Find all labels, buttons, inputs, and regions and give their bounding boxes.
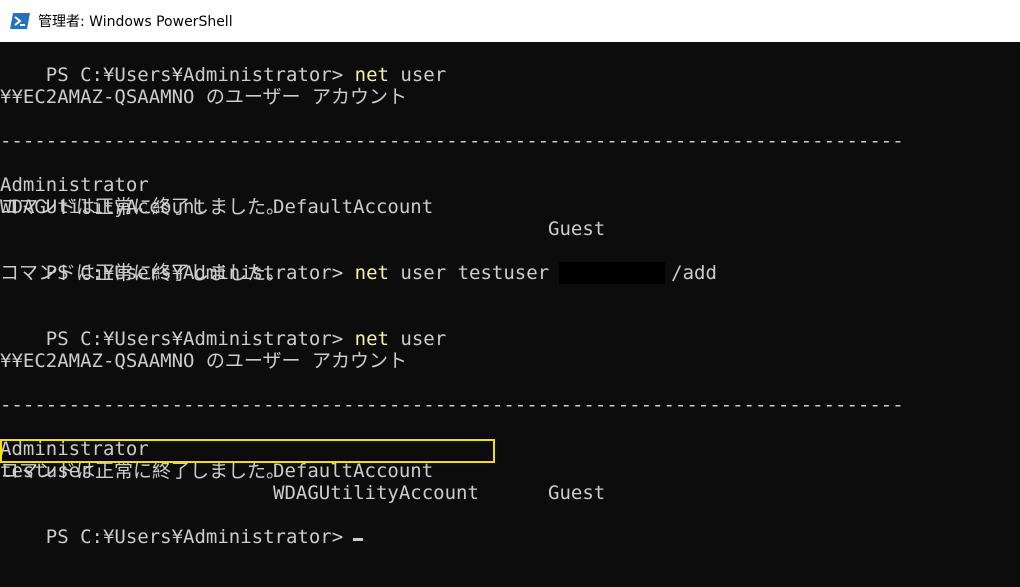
success-message-3: コマンドは正常に終了しました。 [0,460,286,482]
command-flag: /add [671,262,717,284]
account-name: Guest [548,482,606,504]
command-line-2: PS C:¥Users¥Administrator> net user test… [0,240,717,284]
text-cursor [353,538,364,541]
window-title: 管理者: Windows PowerShell [38,14,233,30]
title-bar[interactable]: 管理者: Windows PowerShell [0,0,1020,43]
account-name: DefaultAccount [273,196,434,218]
command-name: net [354,328,389,350]
console-output[interactable]: PS C:¥Users¥Administrator> net user ¥¥EC… [0,42,1020,587]
command-args: user [400,64,447,86]
prompt: PS C:¥Users¥Administrator> [45,526,344,548]
command-args: user testuser [400,262,550,284]
success-message-2: コマンドは正常に終了しました。 [0,262,286,284]
prompt: PS C:¥Users¥Administrator> [45,328,344,350]
account-row-2a: Administrator DefaultAccount Guest [0,416,1020,504]
command-name: net [354,64,389,86]
accounts-header-1: ¥¥EC2AMAZ-QSAAMNO のユーザー アカウント [0,86,407,108]
redacted-password [559,262,666,284]
command-line-3: PS C:¥Users¥Administrator> net user [0,306,446,350]
powershell-icon [10,13,30,29]
command-args: user [400,328,447,350]
separator-1: ----------------------------------------… [0,130,904,152]
prompt: PS C:¥Users¥Administrator> [45,64,344,86]
account-row-1b: WDAGUtilityAccount [0,174,1020,218]
separator-2: ----------------------------------------… [0,394,904,416]
success-message-1: コマンドは正常に終了しました。 [0,196,286,218]
command-name: net [354,262,389,284]
accounts-header-2: ¥¥EC2AMAZ-QSAAMNO のユーザー アカウント [0,350,407,372]
command-line-1: PS C:¥Users¥Administrator> net user [0,42,446,86]
account-row-1a: Administrator DefaultAccount Guest [0,152,1020,240]
account-name: WDAGUtilityAccount [273,482,479,504]
account-name: DefaultAccount [273,460,434,482]
current-prompt-line[interactable]: PS C:¥Users¥Administrator> [0,504,364,548]
account-name: Guest [548,218,606,240]
